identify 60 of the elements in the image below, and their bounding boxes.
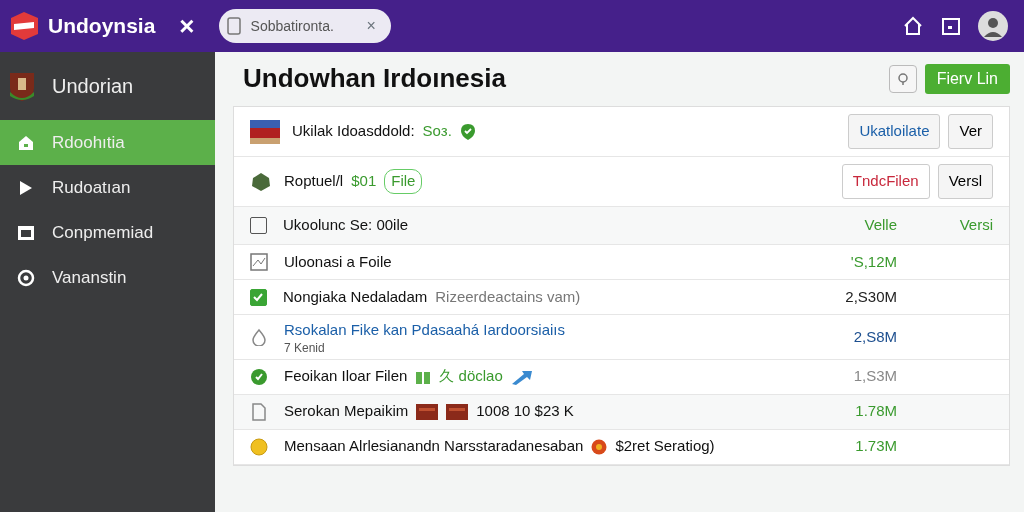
document-icon: [226, 17, 241, 35]
page-title: Undowhan Irdoınesia: [243, 63, 506, 95]
file-name: Uloonasi a Foile: [284, 251, 392, 272]
sidebar-title: Undorian: [52, 74, 134, 99]
file-name: Mensaan Alrlesianandn Narsstaradanesaban: [284, 436, 584, 457]
summary-label: Ukilak Idoasddold:: [292, 121, 415, 142]
size-value: 1.73M: [854, 436, 897, 457]
checkbox[interactable]: [250, 288, 267, 306]
badge-icon: [591, 438, 608, 455]
action-button[interactable]: Versl: [937, 164, 993, 199]
file-link[interactable]: Rsokalan Fike kan Pdasaahá Iardoorsiaiıs: [284, 319, 565, 342]
summary-label: Roptuel/l: [284, 171, 344, 192]
file-subtitle: 7 Kenid: [284, 341, 326, 355]
logo-icon: [8, 10, 40, 42]
close-icon: ×: [366, 14, 376, 38]
size-value: 1,S3M: [852, 366, 897, 387]
search-button[interactable]: [888, 65, 917, 93]
window-icon: [940, 15, 962, 37]
check-circle-icon: [250, 367, 268, 386]
amount-text: $01: [351, 171, 377, 192]
size-value: 2,S30M: [844, 286, 897, 307]
close-button[interactable]: ×: [179, 13, 195, 39]
size-value: 2,S8M: [852, 326, 897, 347]
size-value: 'S,12M: [849, 251, 897, 272]
avatar-icon: [978, 11, 1008, 41]
drop-icon: [250, 327, 268, 346]
file-name: Feoikan Iloar Filen: [284, 366, 408, 387]
column-header: Ukoolunc Se: 00ile: [283, 215, 410, 236]
coin-icon: [250, 437, 268, 456]
image-placeholder: [416, 403, 439, 420]
image-icon: [250, 253, 268, 271]
file-note: $2ret Seratiog): [615, 436, 715, 457]
action-button[interactable]: Ver: [948, 114, 993, 149]
image-placeholder: [446, 403, 469, 420]
file-tag: File: [384, 169, 423, 194]
checkbox[interactable]: [250, 217, 267, 234]
blob-icon: [250, 171, 272, 192]
tab-input[interactable]: Sobbatironta.: [248, 14, 359, 38]
action-button[interactable]: TndcFilen: [841, 164, 930, 199]
tag-text: 久 döclao: [439, 366, 503, 387]
column-header: Velle: [863, 215, 897, 236]
flag-icon: [250, 119, 280, 144]
action-button[interactable]: Ukatloilate: [848, 114, 941, 149]
tab-field[interactable]: Sobbatironta. ×: [218, 9, 391, 43]
sidebar-item[interactable]: Conpmemiad: [0, 210, 215, 255]
amount-text: Sоз.: [422, 121, 452, 142]
document-icon: [250, 402, 268, 421]
brand-name: Undoynsia: [48, 13, 156, 40]
shield-icon: [8, 70, 36, 102]
column-header: Versi: [958, 215, 993, 236]
sidebar-item[interactable]: Vananstin: [0, 255, 215, 300]
file-note: 1008 10 $23 K: [476, 401, 574, 422]
check-badge-icon: [459, 122, 476, 141]
search-icon: [895, 72, 910, 86]
file-note: Rizeerdeactains vam): [435, 286, 581, 307]
home-icon: [902, 15, 924, 37]
sidebar-item[interactable]: Rudoatıan: [0, 165, 215, 210]
file-name: Nongiaka Nedaladam: [283, 286, 428, 307]
size-value: 1.78M: [854, 401, 897, 422]
file-name: Serokan Mepaikim: [284, 401, 409, 422]
